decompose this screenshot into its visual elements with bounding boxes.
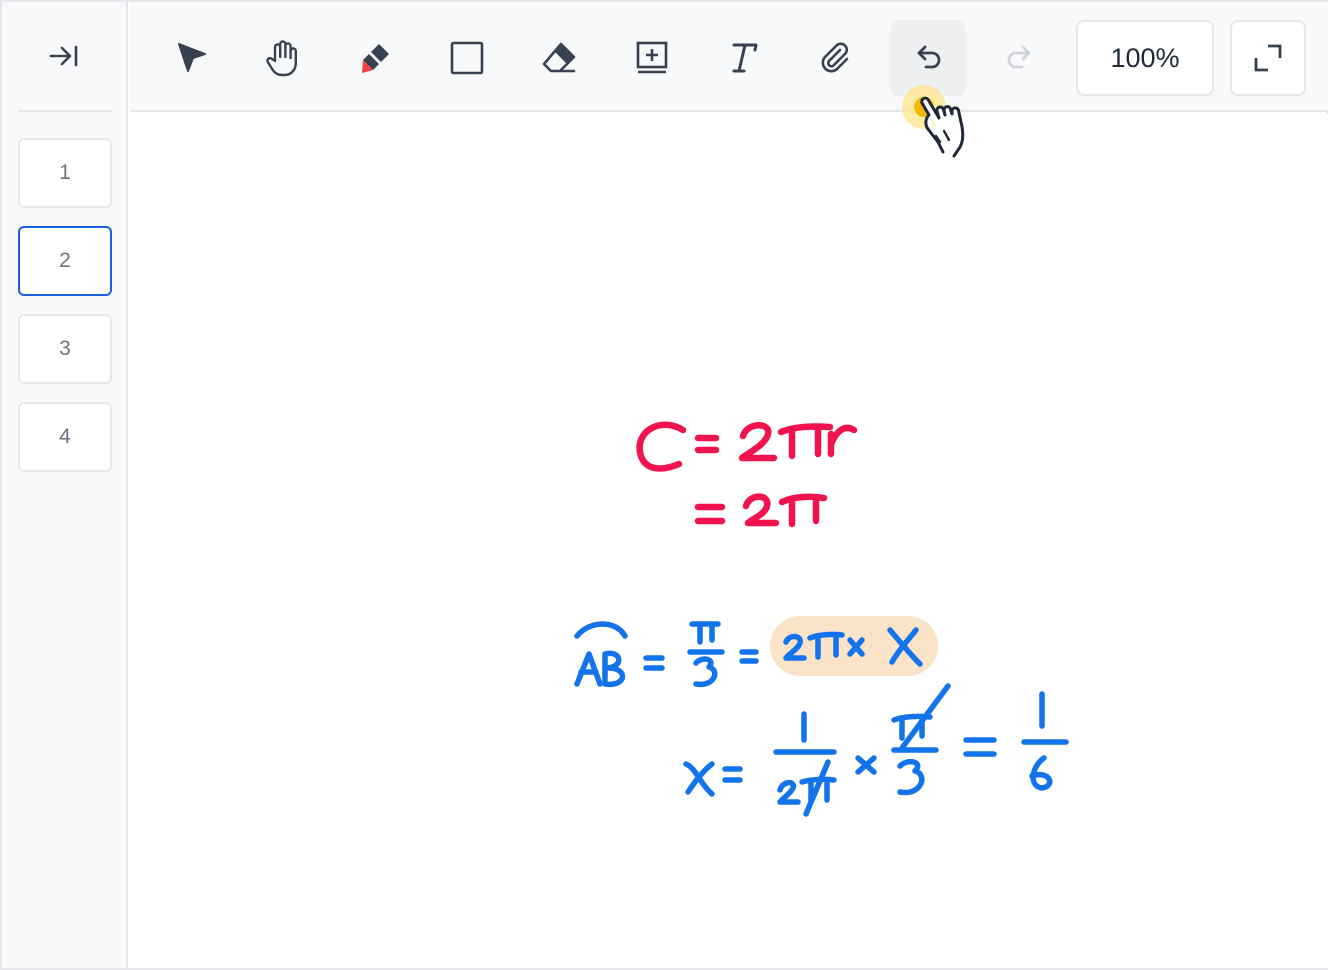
square-icon [450, 41, 484, 75]
undo-icon [917, 45, 941, 69]
page-number: 1 [59, 161, 71, 184]
hand-icon [266, 40, 297, 77]
text-tool[interactable] [706, 20, 782, 96]
fullscreen-button[interactable] [1230, 20, 1306, 96]
marker-icon [362, 44, 389, 73]
pan-tool[interactable] [245, 20, 321, 96]
highlighter-tool[interactable] [337, 20, 413, 96]
page-number: 3 [59, 337, 71, 360]
red-ink-equation [636, 421, 858, 528]
collapse-right-bar-icon [49, 45, 78, 67]
zoom-level-label: 100% [1110, 42, 1180, 73]
attach-tool[interactable] [798, 20, 874, 96]
page-sidebar: 1 2 3 4 [2, 2, 128, 968]
drawing-canvas[interactable] [130, 114, 1328, 968]
add-page-tool[interactable] [614, 20, 690, 96]
zoom-level-button[interactable]: 100% [1076, 20, 1214, 96]
page-thumb-4[interactable]: 4 [18, 402, 112, 472]
text-t-icon [732, 43, 758, 73]
redo-icon [1007, 45, 1031, 69]
collapse-sidebar-button[interactable] [30, 28, 98, 84]
pointer-arrow-icon [178, 43, 206, 72]
undo-button[interactable] [890, 20, 966, 96]
sidebar-divider [18, 110, 112, 112]
expand-icon [1254, 44, 1282, 72]
page-number: 4 [59, 425, 71, 448]
page-thumb-2[interactable]: 2 [18, 226, 112, 296]
whiteboard-app: 1 2 3 4 100% [0, 0, 1328, 970]
add-page-icon [636, 41, 668, 74]
toolbar: 100% [130, 2, 1328, 112]
page-number: 2 [59, 249, 71, 272]
paperclip-icon [821, 42, 849, 73]
redo-button[interactable] [982, 20, 1058, 96]
page-list: 1 2 3 4 [18, 138, 112, 490]
eraser-tool[interactable] [521, 20, 597, 96]
eraser-icon [542, 42, 576, 73]
page-thumb-3[interactable]: 3 [18, 314, 112, 384]
select-tool[interactable] [154, 20, 230, 96]
page-thumb-1[interactable]: 1 [18, 138, 112, 208]
rectangle-tool[interactable] [429, 20, 505, 96]
handwritten-ink-layer [574, 421, 1069, 817]
